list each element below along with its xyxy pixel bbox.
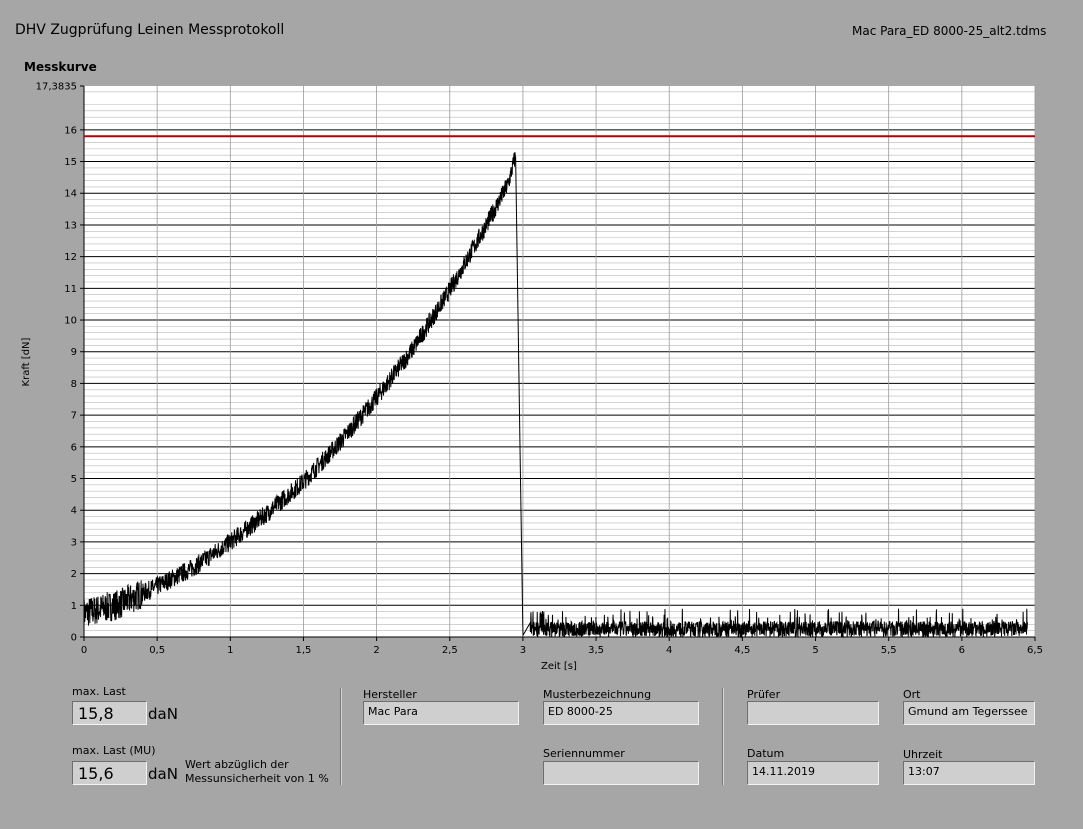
y-tick-label: 14: [64, 189, 77, 200]
max-last-unit: daN: [148, 705, 178, 723]
y-tick-label: 15: [64, 157, 77, 168]
x-axis-label: Zeit [s]: [541, 661, 577, 672]
uhrzeit-field[interactable]: 13:07: [903, 761, 1035, 785]
ort-field[interactable]: Gmund am Tegerssee: [903, 701, 1035, 725]
max-last-mu-unit: daN: [148, 765, 178, 783]
x-tick-label: 5: [812, 645, 818, 656]
x-tick-label: 1: [227, 645, 233, 656]
ort-label: Ort: [903, 688, 921, 701]
y-max-label: 17,3835: [36, 82, 77, 93]
y-tick-label: 3: [71, 537, 77, 548]
y-tick-label: 13: [64, 220, 77, 231]
x-tick-label: 0,5: [149, 645, 165, 656]
y-axis-label: Kraft [dN]: [21, 337, 32, 386]
hersteller-field[interactable]: Mac Para: [363, 701, 519, 725]
app-title: DHV Zugprüfung Leinen Messprotokoll: [15, 22, 285, 38]
uhrzeit-label: Uhrzeit: [903, 748, 943, 761]
y-tick-label: 2: [71, 569, 77, 580]
datum-label: Datum: [747, 747, 785, 760]
y-tick-label: 7: [71, 411, 77, 422]
pruefer-label: Prüfer: [747, 688, 781, 701]
x-tick-label: 3,5: [588, 645, 604, 656]
separator: [340, 688, 342, 785]
x-tick-label: 4: [666, 645, 672, 656]
x-tick-label: 4,5: [734, 645, 750, 656]
seriennummer-field[interactable]: [543, 761, 699, 785]
x-tick-label: 6,5: [1027, 645, 1043, 656]
x-tick-label: 1,5: [296, 645, 312, 656]
x-tick-label: 0: [81, 645, 87, 656]
force-time-chart: 01234567891011121314151617,3835 0 0,5 1 1,5…: [21, 82, 1043, 673]
max-last-mu-field: 15,6: [72, 761, 147, 785]
chart-title: Messkurve: [24, 60, 97, 74]
y-tick-label: 5: [71, 474, 77, 485]
file-name: Mac Para_ED 8000-25_alt2.tdms: [852, 24, 1047, 38]
y-tick-label: 11: [64, 284, 77, 295]
y-tick-label: 12: [64, 252, 77, 263]
y-axis-ticks: 01234567891011121314151617,3835: [36, 82, 84, 644]
separator: [722, 688, 724, 785]
x-tick-label: 2: [373, 645, 379, 656]
hersteller-label: Hersteller: [363, 688, 417, 701]
max-last-field: 15,8: [72, 701, 147, 725]
y-tick-label: 9: [71, 347, 77, 358]
y-tick-label: 6: [71, 442, 77, 453]
mu-note-line2: Messunsicherheit von 1 %: [185, 772, 329, 785]
pruefer-field[interactable]: [747, 701, 879, 725]
x-axis-ticks: 0 0,5 1 1,5 2 2,5 3 3,5 4 4,5 5 5,5 6 6,5: [81, 637, 1043, 656]
y-tick-label: 16: [64, 125, 77, 136]
y-tick-label: 10: [64, 316, 77, 327]
y-tick-label: 4: [71, 506, 77, 517]
seriennummer-label: Seriennummer: [543, 747, 625, 760]
datum-field[interactable]: 14.11.2019: [747, 761, 879, 785]
x-tick-label: 3: [520, 645, 526, 656]
max-last-label: max. Last: [72, 685, 126, 698]
x-tick-label: 2,5: [442, 645, 458, 656]
musterbezeichnung-field[interactable]: ED 8000-25: [543, 701, 699, 725]
y-tick-label: 8: [71, 379, 77, 390]
x-tick-label: 5,5: [881, 645, 897, 656]
max-last-mu-label: max. Last (MU): [72, 744, 156, 757]
mu-note-line1: Wert abzüglich der: [185, 758, 289, 771]
musterbezeichnung-label: Musterbezeichnung: [543, 688, 652, 701]
x-tick-label: 6: [959, 645, 965, 656]
y-tick-label: 0: [71, 633, 77, 644]
y-tick-label: 1: [71, 601, 77, 612]
